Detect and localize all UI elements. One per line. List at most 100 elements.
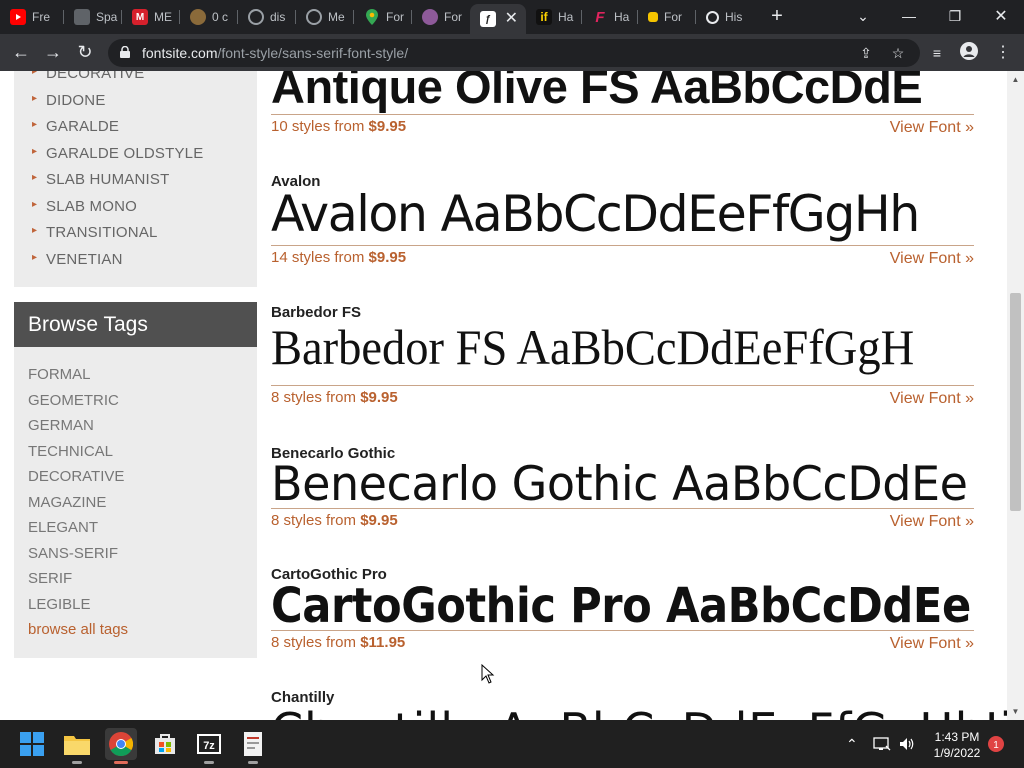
taskbar-store[interactable] <box>149 728 181 760</box>
taskbar-chrome[interactable] <box>105 728 137 764</box>
tab-title: 0 c <box>212 10 229 24</box>
minimize-icon: — <box>902 8 916 24</box>
bookmark-star-icon[interactable]: ☆ <box>888 43 908 63</box>
system-clock[interactable]: 1:43 PM 1/9/2022 <box>928 729 986 761</box>
category-link[interactable]: GARALDE OLDSTYLE <box>32 145 203 162</box>
globe-icon <box>306 9 322 25</box>
divider <box>271 245 974 246</box>
tag-link[interactable]: FORMAL <box>28 366 91 383</box>
tab-1[interactable]: Fre <box>0 4 64 30</box>
category-link[interactable]: GARALDE <box>32 118 119 135</box>
circle-badge-icon <box>190 9 206 25</box>
running-indicator <box>72 761 82 764</box>
close-window-button[interactable]: ✕ <box>978 0 1024 32</box>
tag-link[interactable]: LEGIBLE <box>28 596 91 613</box>
scrollbar-thumb[interactable] <box>1010 293 1021 511</box>
minimize-button[interactable]: — <box>886 0 932 32</box>
tab-4[interactable]: 0 c <box>180 4 238 30</box>
tab-11[interactable]: F Ha <box>582 4 638 30</box>
taskbar-7zip[interactable]: 7z <box>193 728 225 764</box>
scroll-up-arrow[interactable]: ▲ <box>1010 75 1021 85</box>
font-sample[interactable]: Benecarlo Gothic AaBbCcDdEe <box>271 461 968 508</box>
tag-link[interactable]: MAGAZINE <box>28 494 106 511</box>
if-logo-icon: if <box>536 9 552 25</box>
category-link[interactable]: SLAB HUMANIST <box>32 171 169 188</box>
category-link[interactable]: SLAB MONO <box>32 198 137 215</box>
taskbar-file-explorer[interactable] <box>61 728 93 764</box>
url-domain: fontsite.com <box>142 45 218 61</box>
styles-count: 14 styles from <box>271 249 365 266</box>
tag-link[interactable]: GERMAN <box>28 417 94 434</box>
start-button[interactable] <box>16 728 48 760</box>
font-sample[interactable]: Avalon AaBbCcDdEeFfGgHh <box>271 189 920 239</box>
restore-button[interactable]: ❐ <box>932 0 978 32</box>
view-font-link[interactable]: View Font » <box>890 250 974 268</box>
tab-13[interactable]: His <box>696 4 756 30</box>
url-path: /font-style/sans-serif-font-style/ <box>217 45 409 61</box>
tag-link[interactable]: SANS-SERIF <box>28 545 118 562</box>
view-font-link[interactable]: View Font » <box>890 390 974 408</box>
notification-badge[interactable]: 1 <box>988 736 1004 752</box>
media-control-icon[interactable]: ≡ <box>926 42 948 64</box>
browse-all-tags-link[interactable]: browse all tags <box>28 621 128 638</box>
categories-box: DECORATIVE DIDONE GARALDE GARALDE OLDSTY… <box>14 71 257 287</box>
font-sample[interactable]: Antique Olive FS AaBbCcDdE <box>271 71 923 110</box>
address-bar[interactable]: fontsite.com/font-style/sans-serif-font-… <box>108 39 920 67</box>
new-tab-button[interactable]: + <box>766 5 788 27</box>
tag-link[interactable]: ELEGANT <box>28 519 98 536</box>
reload-button[interactable]: ↻ <box>72 39 98 65</box>
view-font-link[interactable]: View Font » <box>890 119 974 137</box>
browse-tags-box: Browse Tags FORMAL GEOMETRIC GERMAN TECH… <box>14 302 257 658</box>
profile-avatar-icon[interactable] <box>958 42 980 64</box>
back-button[interactable]: ← <box>8 39 34 65</box>
tag-link[interactable]: GEOMETRIC <box>28 392 119 409</box>
tray-overflow-button[interactable]: ⌃ <box>846 720 858 768</box>
category-link[interactable]: DECORATIVE <box>32 71 144 82</box>
styles-price: 10 styles from $9.95 <box>271 118 406 135</box>
maps-pin-icon <box>364 9 380 25</box>
tab-3[interactable]: M ME <box>122 4 180 30</box>
tab-title: Me <box>328 10 345 24</box>
font-sample[interactable]: Barbedor FS AaBbCcDdEeFfGgH <box>271 322 914 372</box>
tag-link[interactable]: DECORATIVE <box>28 468 124 485</box>
category-link[interactable]: TRANSITIONAL <box>32 224 158 241</box>
tab-title: For <box>444 10 462 24</box>
tab-10[interactable]: if Ha <box>526 4 582 30</box>
tab-12[interactable]: For <box>638 4 696 30</box>
view-font-link[interactable]: View Font » <box>890 635 974 653</box>
windows-taskbar: 7z ⌃ 1:43 PM 1/9/2022 <box>0 720 1024 768</box>
forward-button[interactable]: → <box>40 39 66 65</box>
font-sample[interactable]: CartoGothic Pro AaBbCcDdEe <box>271 582 971 630</box>
styles-count: 8 styles from <box>271 634 357 651</box>
network-icon[interactable] <box>873 720 891 768</box>
svg-text:7z: 7z <box>203 740 215 752</box>
tab-search-button[interactable]: ⌄ <box>840 0 886 32</box>
styles-count: 8 styles from <box>271 512 357 529</box>
globe-icon <box>248 9 264 25</box>
view-font-link[interactable]: View Font » <box>890 513 974 531</box>
category-link[interactable]: VENETIAN <box>32 251 123 268</box>
youtube-icon <box>10 9 26 25</box>
scroll-down-arrow[interactable]: ▼ <box>1010 707 1021 717</box>
tab-7[interactable]: For <box>354 4 412 30</box>
url-text: fontsite.com/font-style/sans-serif-font-… <box>142 45 408 61</box>
tab-8[interactable]: For <box>412 4 470 30</box>
volume-icon[interactable] <box>898 720 916 768</box>
price: $9.95 <box>368 249 407 266</box>
restore-icon: ❐ <box>948 7 962 24</box>
kebab-menu-icon[interactable]: ⋮ <box>992 42 1014 64</box>
tag-link[interactable]: TECHNICAL <box>28 443 113 460</box>
share-icon[interactable]: ⇪ <box>856 43 876 63</box>
font-sample[interactable]: Chantilly AaBbCcDdEeFfGgHhIi <box>271 707 1013 720</box>
category-link[interactable]: DIDONE <box>32 92 106 109</box>
tab-title: ME <box>154 10 172 24</box>
tab-5[interactable]: dis <box>238 4 296 30</box>
tab-title: For <box>664 10 682 24</box>
tab-active-fontsite[interactable]: ƒ ✕ <box>470 4 526 34</box>
tab-6[interactable]: Me <box>296 4 354 30</box>
taskbar-document-app[interactable] <box>237 728 269 764</box>
close-tab-icon[interactable]: ✕ <box>505 8 518 28</box>
tab-2[interactable]: Spa <box>64 4 122 30</box>
tag-link[interactable]: SERIF <box>28 570 72 587</box>
arrow-left-icon: ← <box>12 42 30 62</box>
